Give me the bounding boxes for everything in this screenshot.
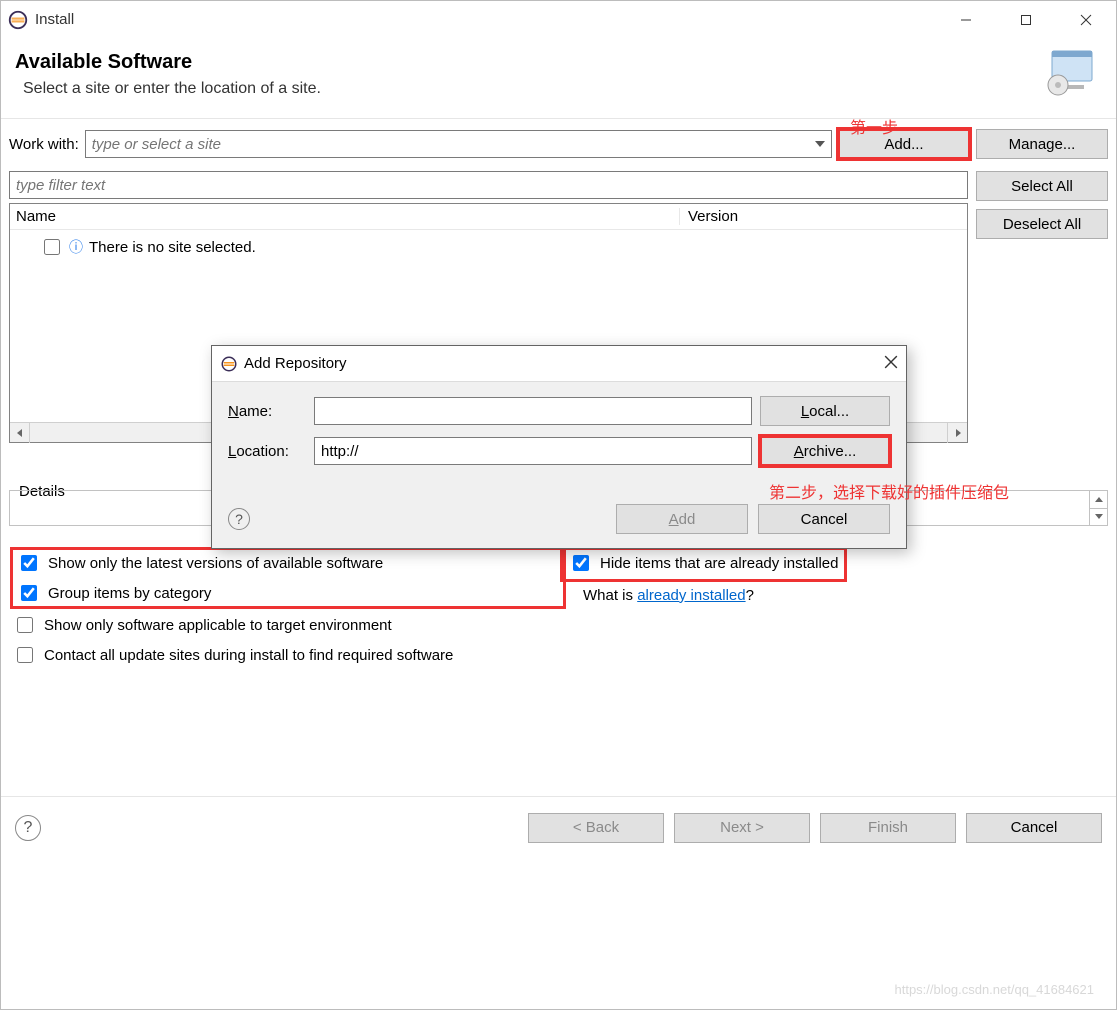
checkbox-label: Hide items that are already installed bbox=[600, 555, 838, 572]
scroll-right-icon[interactable] bbox=[947, 423, 967, 443]
checkbox-label: Show only the latest versions of availab… bbox=[48, 555, 383, 572]
local-button[interactable]: Local... bbox=[760, 396, 890, 426]
already-installed-prefix: What is bbox=[583, 587, 637, 604]
watermark: https://blog.csdn.net/qq_41684621 bbox=[895, 982, 1095, 997]
checkbox-input[interactable] bbox=[17, 617, 33, 633]
help-icon[interactable]: ? bbox=[15, 815, 41, 841]
annotation-step1: 第一步 bbox=[850, 114, 898, 138]
select-all-button[interactable]: Select All bbox=[976, 171, 1108, 201]
archive-button[interactable]: Archive... bbox=[760, 436, 890, 466]
repo-name-label: Name: bbox=[228, 403, 306, 420]
add-repository-dialog: Add Repository Name: Local... Location: … bbox=[211, 345, 907, 549]
spinner-down-icon[interactable] bbox=[1090, 509, 1107, 526]
column-name[interactable]: Name bbox=[10, 208, 680, 225]
checkbox-label: Group items by category bbox=[48, 585, 211, 602]
filter-input[interactable] bbox=[9, 171, 968, 199]
work-with-label: Work with: bbox=[9, 136, 79, 153]
table-header: Name Version bbox=[10, 204, 967, 230]
already-installed-link[interactable]: already installed bbox=[637, 587, 745, 604]
window-title: Install bbox=[35, 11, 74, 28]
dialog-help-icon[interactable]: ? bbox=[228, 508, 250, 530]
checkbox-input[interactable] bbox=[573, 555, 589, 571]
work-with-combo[interactable] bbox=[85, 130, 832, 158]
checkbox-input[interactable] bbox=[21, 555, 37, 571]
dialog-close-button[interactable] bbox=[884, 355, 898, 373]
row-checkbox[interactable] bbox=[44, 239, 60, 255]
wizard-header: Available Software Select a site or ente… bbox=[1, 39, 1116, 118]
column-version[interactable]: Version bbox=[680, 208, 967, 225]
scroll-left-icon[interactable] bbox=[10, 423, 30, 443]
repo-location-input[interactable] bbox=[314, 437, 752, 465]
page-title: Available Software bbox=[15, 51, 1102, 74]
checkbox-input[interactable] bbox=[17, 647, 33, 663]
checkbox-hide-installed[interactable]: Hide items that are already installed bbox=[569, 552, 838, 574]
work-with-input[interactable] bbox=[86, 134, 809, 155]
checkbox-label: Contact all update sites during install … bbox=[44, 647, 453, 664]
close-button[interactable] bbox=[1056, 1, 1116, 39]
chevron-down-icon[interactable] bbox=[809, 141, 831, 147]
annotation-step2: 第二步，选择下载好的插件压缩包 bbox=[769, 481, 1109, 507]
cancel-button[interactable]: Cancel bbox=[966, 813, 1102, 843]
already-installed-qmark: ? bbox=[746, 587, 754, 604]
dialog-add-button[interactable]: Add bbox=[616, 504, 748, 534]
checkbox-input[interactable] bbox=[21, 585, 37, 601]
finish-button[interactable]: Finish bbox=[820, 813, 956, 843]
wizard-footer: ? < Back Next > Finish Cancel bbox=[1, 796, 1116, 858]
checkbox-latest-versions[interactable]: Show only the latest versions of availab… bbox=[17, 552, 559, 574]
checkbox-group-by-category[interactable]: Group items by category bbox=[17, 582, 559, 604]
checkbox-applicable-target[interactable]: Show only software applicable to target … bbox=[13, 614, 563, 636]
next-button[interactable]: Next > bbox=[674, 813, 810, 843]
checkbox-contact-all-sites[interactable]: Contact all update sites during install … bbox=[13, 644, 563, 666]
maximize-button[interactable] bbox=[996, 1, 1056, 39]
deselect-all-button[interactable]: Deselect All bbox=[976, 209, 1108, 239]
checkbox-label: Show only software applicable to target … bbox=[44, 617, 392, 634]
titlebar: Install bbox=[1, 1, 1116, 39]
repo-location-label: Location: bbox=[228, 443, 306, 460]
table-row: ⓘ There is no site selected. bbox=[18, 236, 959, 258]
repo-name-input[interactable] bbox=[314, 397, 752, 425]
eclipse-icon bbox=[7, 9, 29, 31]
manage-sites-button[interactable]: Manage... bbox=[976, 129, 1108, 159]
back-button[interactable]: < Back bbox=[528, 813, 664, 843]
dialog-cancel-button[interactable]: Cancel bbox=[758, 504, 890, 534]
page-subtitle: Select a site or enter the location of a… bbox=[15, 80, 1102, 98]
minimize-button[interactable] bbox=[936, 1, 996, 39]
info-icon: ⓘ bbox=[69, 237, 83, 257]
eclipse-icon bbox=[220, 355, 238, 373]
install-wizard-icon bbox=[1044, 47, 1098, 101]
dialog-title: Add Repository bbox=[244, 355, 347, 372]
empty-message: There is no site selected. bbox=[89, 239, 256, 256]
